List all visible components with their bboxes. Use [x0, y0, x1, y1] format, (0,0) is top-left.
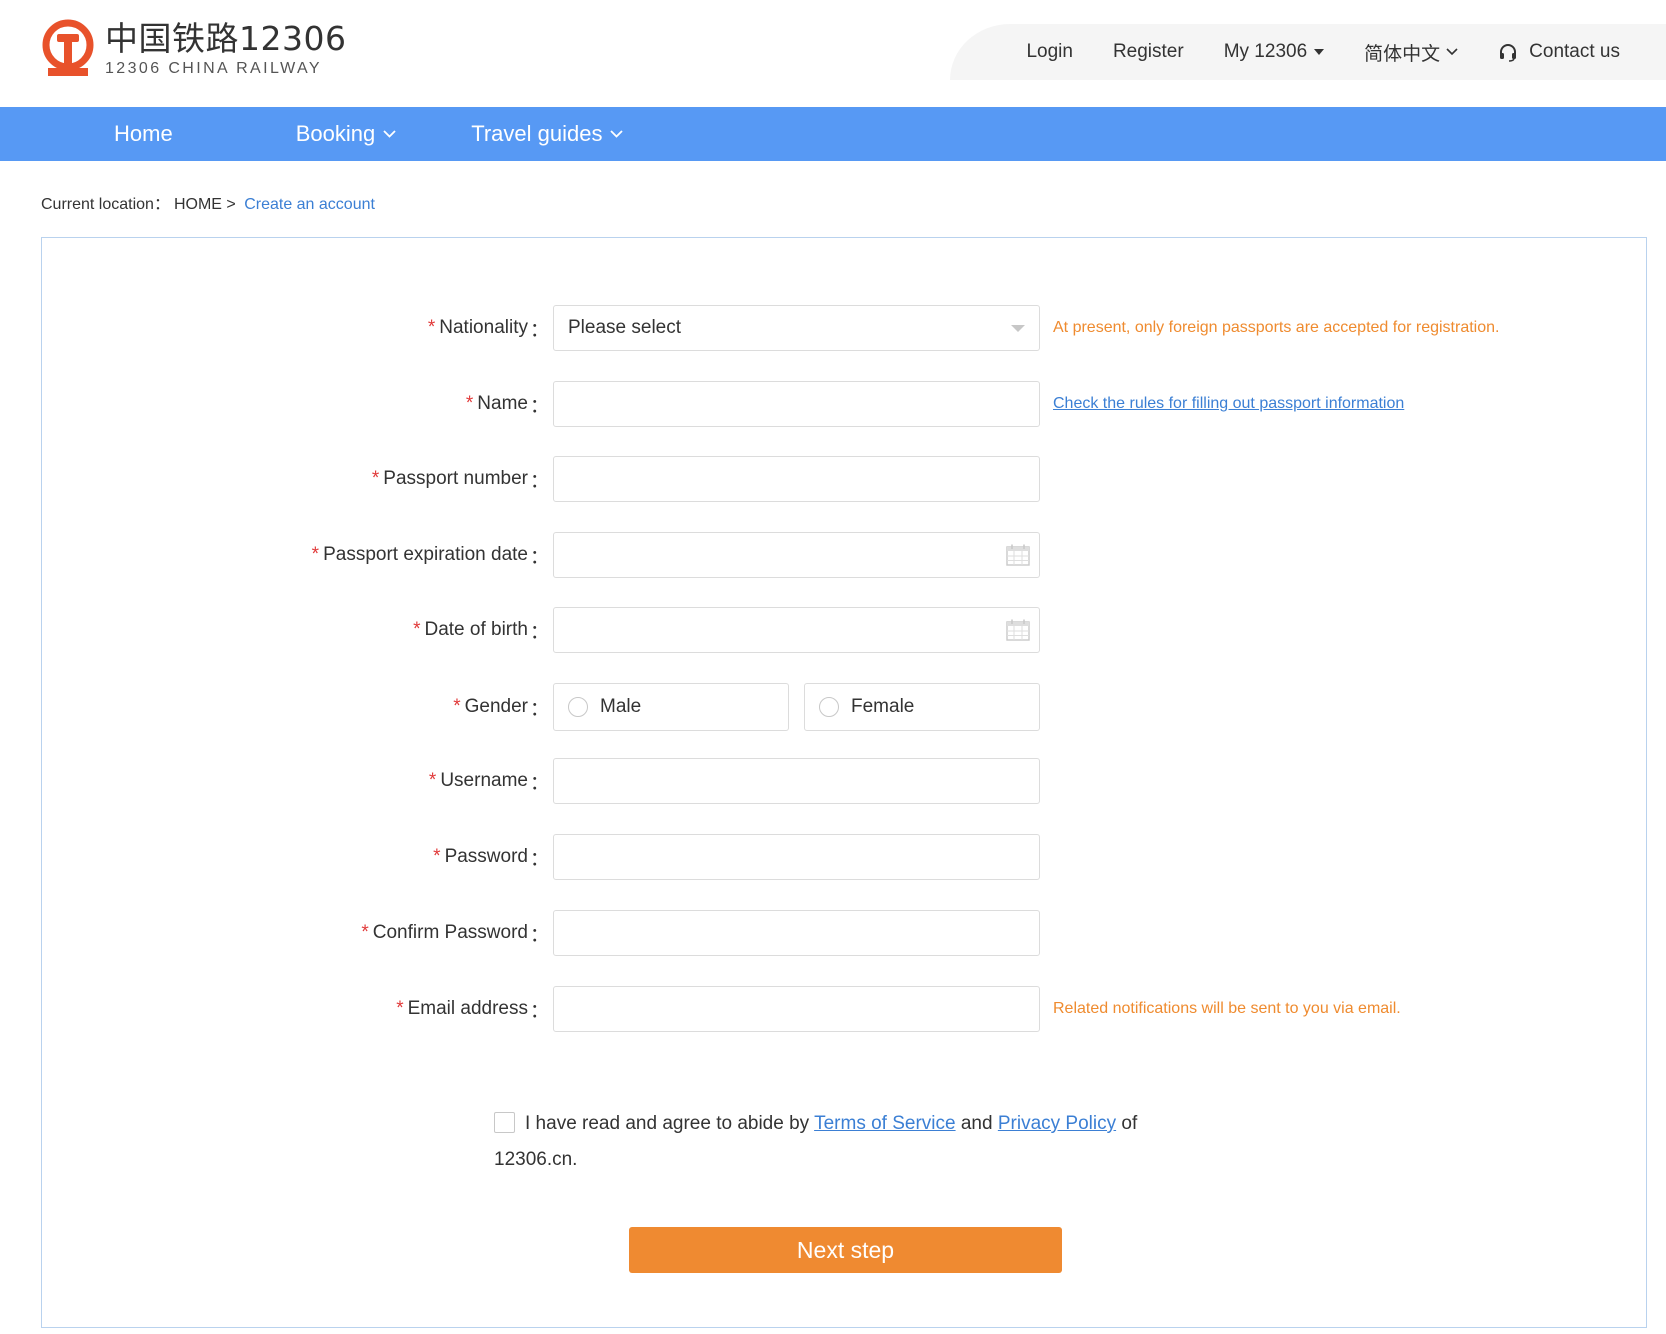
gender-label: * Gender ： — [453, 696, 549, 720]
email-hint: Related notifications will be sent to yo… — [1053, 1000, 1401, 1017]
passport-expiration-row: * Passport expiration date ： — [42, 532, 1646, 578]
gender-male-label: Male — [600, 696, 642, 717]
email-input[interactable] — [554, 987, 1039, 1031]
calendar-icon[interactable] — [1006, 544, 1030, 566]
agreement-checkbox[interactable] — [494, 1112, 515, 1133]
username-label: * Username ： — [428, 770, 549, 794]
username-input[interactable] — [554, 759, 1039, 803]
dropdown-arrow-icon — [1011, 324, 1025, 332]
registration-form: * Nationality ： Please select At present… — [41, 237, 1647, 1328]
date-of-birth-input[interactable] — [554, 608, 1039, 652]
username-row: * Username ： — [42, 758, 1646, 804]
nav-travel-guides-label: Travel guides — [471, 121, 603, 146]
required-mark: * — [371, 468, 380, 489]
language-menu[interactable]: 简体中文 — [1364, 39, 1458, 66]
passport-expiration-input[interactable] — [554, 533, 1039, 577]
required-mark: * — [427, 317, 436, 338]
top-links-bar: Login Register My 12306 简体中文 Contact us — [950, 24, 1666, 80]
radio-button[interactable] — [568, 697, 588, 717]
brand-logo[interactable]: 中国铁路12306 12306 CHINA RAILWAY — [40, 18, 346, 82]
password-label: * Password ： — [433, 846, 549, 870]
nationality-label: * Nationality ： — [427, 317, 549, 341]
gender-male-option[interactable]: Male — [553, 683, 789, 731]
nav-booking[interactable]: Booking — [296, 121, 397, 147]
confirm-password-field[interactable] — [553, 910, 1040, 956]
nationality-selected-value: Please select — [568, 317, 682, 338]
confirm-password-label: * Confirm Password ： — [361, 922, 549, 946]
required-mark: * — [465, 393, 474, 414]
passport-expiration-field[interactable] — [553, 532, 1040, 578]
chevron-down-icon — [383, 130, 396, 138]
nationality-hint: At present, only foreign passports are a… — [1053, 319, 1500, 336]
password-field[interactable] — [553, 834, 1040, 880]
passport-rules-link[interactable]: Check the rules for filling out passport… — [1053, 381, 1404, 427]
headset-icon — [1500, 44, 1517, 62]
gender-female-option[interactable]: Female — [804, 683, 1040, 731]
terms-of-service-link[interactable]: Terms of Service — [814, 1113, 955, 1134]
breadcrumb-current: Create an account — [244, 196, 375, 213]
passport-expiration-label: * Passport expiration date ： — [311, 544, 549, 568]
chevron-down-icon — [1446, 48, 1458, 56]
username-field[interactable] — [553, 758, 1040, 804]
brand-name-en: 12306 CHINA RAILWAY — [105, 60, 322, 77]
main-nav: Home Booking Travel guides — [0, 107, 1666, 161]
chevron-down-icon — [610, 130, 624, 138]
nationality-row: * Nationality ： Please select At present… — [42, 305, 1646, 351]
login-link[interactable]: Login — [1026, 41, 1073, 63]
required-mark: * — [428, 770, 437, 791]
email-label: * Email address ： — [396, 998, 549, 1022]
site-header: 中国铁路12306 12306 CHINA RAILWAY Login Regi… — [0, 0, 1666, 107]
privacy-policy-link[interactable]: Privacy Policy — [998, 1113, 1116, 1134]
breadcrumb-separator: > — [221, 196, 241, 213]
email-field[interactable] — [553, 986, 1040, 1032]
date-of-birth-field[interactable] — [553, 607, 1040, 653]
name-label: * Name ： — [465, 393, 549, 417]
language-label: 简体中文 — [1364, 42, 1441, 65]
required-mark: * — [453, 696, 461, 717]
gender-female-label: Female — [851, 696, 915, 717]
required-mark: * — [413, 619, 421, 640]
date-of-birth-row: * Date of birth ： — [42, 607, 1646, 653]
agreement: I have read and agree to abide by Terms … — [494, 1106, 1154, 1178]
nav-travel-guides[interactable]: Travel guides — [471, 121, 624, 147]
breadcrumb-home[interactable]: HOME — [174, 196, 222, 213]
brand-name-cn: 中国铁路12306 — [105, 19, 347, 58]
calendar-icon[interactable] — [1006, 619, 1030, 641]
contact-us-label: Contact us — [1529, 41, 1620, 62]
name-input[interactable] — [554, 382, 1039, 426]
my12306-menu[interactable]: My 12306 — [1223, 41, 1325, 63]
passport-number-input[interactable] — [554, 457, 1039, 501]
date-of-birth-label: * Date of birth ： — [413, 619, 549, 643]
nav-home[interactable]: Home — [114, 121, 173, 147]
breadcrumb-prefix: Current location： — [41, 196, 170, 213]
required-mark: * — [361, 922, 369, 943]
caret-down-icon — [1314, 49, 1325, 55]
nationality-select[interactable]: Please select — [553, 305, 1040, 351]
breadcrumb: Current location： HOME > Create an accoun… — [41, 190, 375, 214]
passport-number-row: * Passport number ： — [42, 456, 1646, 502]
required-mark: * — [396, 998, 404, 1019]
name-row: * Name ： Check the rules for filling out… — [42, 381, 1646, 427]
passport-number-label: * Passport number ： — [371, 468, 549, 492]
password-input[interactable] — [554, 835, 1039, 879]
passport-number-field[interactable] — [553, 456, 1040, 502]
email-row: * Email address ： Related notifications … — [42, 986, 1646, 1032]
required-mark: * — [311, 544, 320, 565]
agreement-text-before: I have read and agree to abide by — [525, 1113, 815, 1134]
confirm-password-input[interactable] — [554, 911, 1039, 955]
confirm-password-row: * Confirm Password ： — [42, 910, 1646, 956]
railway-logo-icon — [42, 19, 94, 76]
contact-us-link[interactable]: Contact us — [1498, 41, 1620, 63]
next-step-button[interactable]: Next step — [629, 1227, 1062, 1273]
name-field[interactable] — [553, 381, 1040, 427]
my12306-label: My 12306 — [1223, 41, 1308, 62]
radio-button[interactable] — [819, 697, 839, 717]
gender-row: * Gender ： Male Female — [42, 683, 1646, 731]
nav-booking-label: Booking — [295, 121, 376, 146]
agreement-and: and — [955, 1113, 998, 1134]
password-row: * Password ： — [42, 834, 1646, 880]
register-link[interactable]: Register — [1113, 41, 1184, 63]
required-mark: * — [433, 846, 441, 867]
